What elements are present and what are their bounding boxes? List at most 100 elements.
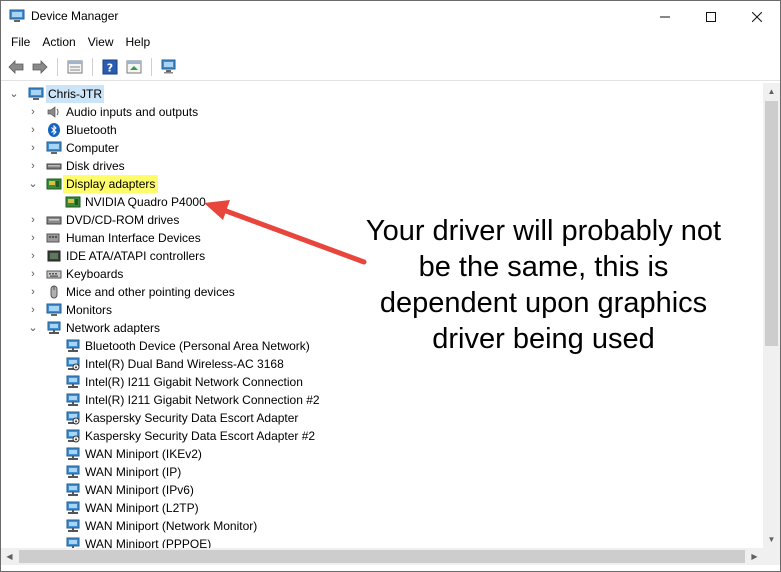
forward-button[interactable]	[29, 56, 51, 78]
help-button[interactable]: ?	[99, 56, 121, 78]
scroll-thumb[interactable]	[19, 550, 745, 563]
tree-item-label: Bluetooth Device (Personal Area Network)	[85, 339, 310, 353]
network-adapter-icon	[66, 501, 80, 514]
title-bar[interactable]: Device Manager	[1, 1, 780, 32]
help-icon: ?	[102, 59, 118, 75]
disk-drive-icon	[46, 163, 62, 170]
tree-item-label: IDE ATA/ATAPI controllers	[66, 249, 206, 263]
tree-item-label: WAN Miniport (IKEv2)	[85, 447, 202, 461]
network-adapter-icon	[66, 375, 80, 388]
tree-item-network-child[interactable]: Intel(R) I211 Gigabit Network Connection	[1, 373, 401, 391]
annotation-line: Your driver will probably not	[365, 215, 722, 247]
expand-chevron-icon[interactable]: ›	[28, 301, 38, 319]
window-title: Device Manager	[31, 9, 119, 23]
network-adapter-icon	[47, 321, 61, 334]
scan-hardware-button[interactable]	[158, 56, 180, 78]
maximize-button[interactable]	[688, 1, 734, 32]
scroll-down-arrow-icon[interactable]: ▼	[763, 531, 780, 548]
collapse-chevron-icon[interactable]: ⌄	[9, 85, 19, 103]
expand-chevron-icon[interactable]: ›	[28, 211, 38, 229]
scroll-up-arrow-icon[interactable]: ▲	[763, 83, 780, 100]
forward-arrow-icon	[32, 60, 48, 74]
tree-item-network-child[interactable]: WAN Miniport (L2TP)	[1, 499, 401, 517]
menu-file[interactable]: File	[5, 32, 36, 52]
tree-item-network-child[interactable]: WAN Miniport (IPv6)	[1, 481, 401, 499]
annotation-line: be the same, this is	[418, 251, 669, 283]
tree-item-network-child[interactable]: Kaspersky Security Data Escort Adapter #…	[1, 427, 401, 445]
expand-chevron-icon[interactable]: ›	[28, 103, 38, 121]
tree-root[interactable]: ⌄ Chris-JTR	[1, 85, 301, 103]
display-adapter-icon	[46, 178, 62, 190]
expand-chevron-icon[interactable]: ›	[28, 229, 38, 247]
menu-help[interactable]: Help	[120, 32, 157, 52]
tree-item-label: Bluetooth	[66, 123, 117, 137]
expand-chevron-icon[interactable]: ›	[28, 283, 38, 301]
tree-item-network-child[interactable]: Intel(R) Dual Band Wireless-AC 3168	[1, 355, 401, 373]
network-adapter-icon	[66, 519, 80, 532]
expand-chevron-icon[interactable]: ›	[28, 139, 38, 157]
properties-icon	[67, 60, 83, 74]
scan-hardware-icon	[161, 59, 176, 74]
back-button[interactable]	[5, 56, 27, 78]
network-adapter-icon	[66, 537, 80, 548]
computer-icon	[28, 87, 44, 100]
monitor-icon	[46, 141, 62, 154]
network-adapter-icon	[66, 447, 80, 460]
ide-controller-icon	[47, 250, 61, 262]
tree-item-label: Intel(R) Dual Band Wireless-AC 3168	[85, 357, 284, 371]
network-adapter-icon	[66, 465, 80, 478]
scroll-left-arrow-icon[interactable]: ◀	[1, 548, 18, 565]
tree-item-label: WAN Miniport (IP)	[85, 465, 182, 479]
toolbar: ?	[1, 54, 780, 81]
horizontal-scrollbar[interactable]: ◀ ▶	[1, 548, 763, 565]
display-adapter-icon	[65, 196, 81, 208]
vertical-scrollbar[interactable]: ▲ ▼	[763, 83, 780, 548]
tree-item-label: WAN Miniport (IPv6)	[85, 483, 194, 497]
tree-item-network-child[interactable]: Intel(R) I211 Gigabit Network Connection…	[1, 391, 401, 409]
tree-item-network-child[interactable]: WAN Miniport (PPPOE)	[1, 535, 401, 548]
scroll-thumb[interactable]	[765, 101, 778, 346]
toolbar-separator	[92, 58, 93, 76]
network-adapter-icon	[66, 339, 80, 352]
tree-item-disk-drives[interactable]: › Disk drives	[1, 157, 401, 175]
minimize-button[interactable]	[642, 1, 688, 32]
expand-chevron-icon[interactable]: ›	[28, 265, 38, 283]
scrollbar-corner	[763, 548, 780, 565]
hid-icon	[46, 233, 60, 243]
menu-view[interactable]: View	[82, 32, 120, 52]
tree-item-network-child[interactable]: Kaspersky Security Data Escort Adapter	[1, 409, 401, 427]
scroll-right-arrow-icon[interactable]: ▶	[746, 548, 763, 565]
tree-item-label: Network adapters	[66, 321, 161, 335]
tree-item-audio[interactable]: › Audio inputs and outputs	[1, 103, 401, 121]
expand-chevron-icon[interactable]: ›	[28, 121, 38, 139]
expand-chevron-icon[interactable]: ›	[28, 247, 38, 265]
tree-item-label: Disk drives	[66, 159, 125, 173]
tree-item-label: WAN Miniport (PPPOE)	[85, 537, 212, 548]
tree-item-network-child[interactable]: WAN Miniport (Network Monitor)	[1, 517, 401, 535]
annotation-text: Your driver will probably not be the sam…	[336, 213, 751, 357]
tree-item-label: Kaspersky Security Data Escort Adapter	[85, 411, 299, 425]
collapse-chevron-icon[interactable]: ⌄	[28, 175, 38, 193]
close-button[interactable]	[734, 1, 780, 32]
maximize-icon	[706, 11, 716, 22]
network-adapter-disabled-icon	[66, 357, 80, 371]
tree-item-computer[interactable]: › Computer	[1, 139, 401, 157]
menu-action[interactable]: Action	[36, 32, 81, 52]
tree-item-network-child[interactable]: WAN Miniport (IP)	[1, 463, 401, 481]
tree-item-label: DVD/CD-ROM drives	[66, 213, 180, 227]
properties-button[interactable]	[64, 56, 86, 78]
tree-item-display-adapters[interactable]: ⌄ Display adapters	[1, 175, 401, 193]
tree-item-bluetooth[interactable]: › Bluetooth	[1, 121, 401, 139]
update-driver-button[interactable]	[123, 56, 145, 78]
collapse-chevron-icon[interactable]: ⌄	[28, 319, 38, 337]
tree-item-network-child[interactable]: WAN Miniport (IKEv2)	[1, 445, 401, 463]
device-manager-window: Device Manager File Action View Help ? ⌄…	[0, 0, 781, 572]
tree-item-label: Audio inputs and outputs	[66, 105, 199, 119]
network-adapter-disabled-icon	[66, 429, 80, 443]
close-icon	[752, 11, 762, 22]
tree-item-label: Computer	[66, 141, 119, 155]
tree-item-label: Intel(R) I211 Gigabit Network Connection	[85, 375, 303, 389]
tree-item-label: Mice and other pointing devices	[66, 285, 235, 299]
menu-bar: File Action View Help	[1, 32, 780, 52]
expand-chevron-icon[interactable]: ›	[28, 157, 38, 175]
